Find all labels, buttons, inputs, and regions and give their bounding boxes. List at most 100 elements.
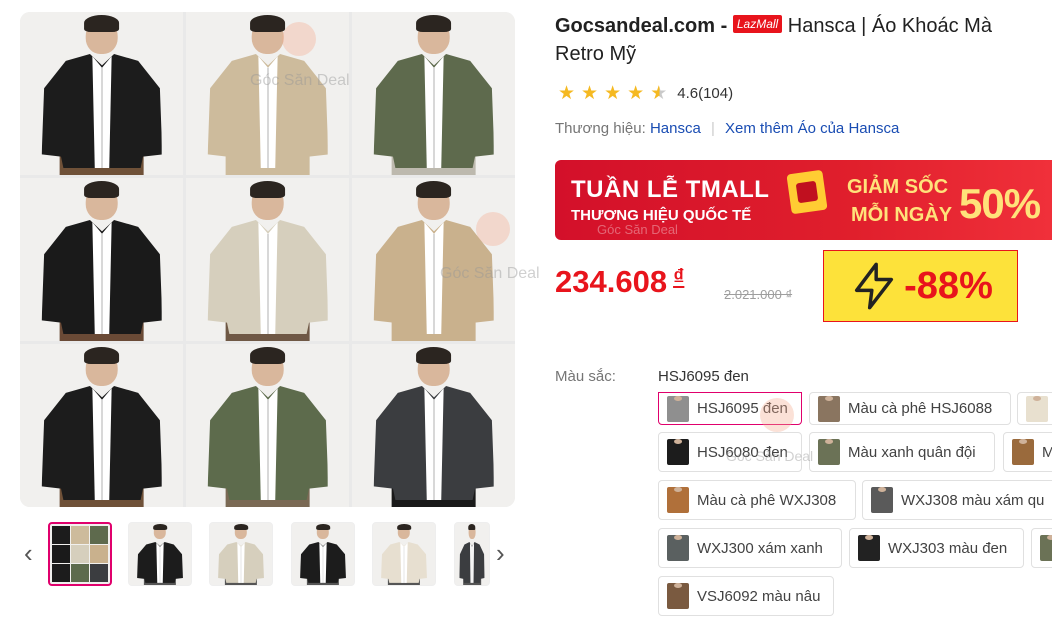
- jacket: [373, 54, 494, 169]
- brand-link[interactable]: Hansca: [650, 120, 701, 137]
- jacket: [207, 220, 328, 335]
- thumbnail-strip: ‹ ›: [20, 518, 515, 588]
- color-label: Màu sắc:: [555, 368, 616, 385]
- thumbnail-mini-image: [90, 526, 108, 544]
- color-swatch: [1012, 439, 1034, 465]
- rating-value: 4.6(104): [677, 85, 734, 102]
- color-option[interactable]: WXJ300 xám xanh: [658, 528, 842, 568]
- jacket: [137, 541, 183, 583]
- color-option-label: WXJ303 màu đen: [888, 539, 1008, 557]
- color-option[interactable]: WXJ303 màu đen: [849, 528, 1024, 568]
- model-hair: [153, 524, 167, 531]
- color-option[interactable]: VSJ6092 màu nâu: [658, 576, 834, 616]
- star-half-icon: ★: [650, 83, 668, 104]
- gallery-image[interactable]: [352, 12, 515, 175]
- price-value: 234.608: [555, 264, 668, 299]
- gallery-image[interactable]: [352, 178, 515, 341]
- model-hair: [83, 347, 120, 364]
- color-option-label: Màu xanh quân đội: [848, 443, 976, 461]
- color-option[interactable]: Màu cà phê WXJ308: [658, 480, 856, 520]
- color-swatch: [1026, 395, 1048, 422]
- jacket: [459, 541, 485, 583]
- color-option-label: VSJ6092 màu nâu: [697, 587, 821, 605]
- rating[interactable]: ★ ★ ★ ★ ★ 4.6(104): [558, 84, 733, 103]
- color-option[interactable]: [1017, 392, 1052, 425]
- color-option[interactable]: M: [1003, 432, 1052, 472]
- thumbnail[interactable]: [372, 522, 436, 586]
- model-hair: [249, 347, 286, 364]
- brand-more-link[interactable]: Xem thêm Áo của Hansca: [725, 120, 899, 137]
- color-option[interactable]: WXJ308 màu xám qu: [862, 480, 1052, 520]
- star-icon: ★: [581, 83, 599, 104]
- product-title-line1: Hansca | Áo Khoác Mà: [787, 15, 992, 37]
- gallery-image[interactable]: [20, 12, 183, 175]
- gallery-image[interactable]: [20, 344, 183, 507]
- model-hair: [316, 524, 330, 531]
- color-option-label: WXJ308 màu xám qu: [901, 491, 1045, 509]
- color-option-label: Màu cà phê WXJ308: [697, 491, 837, 509]
- watermark-text: Góc Săn Deal: [726, 448, 814, 464]
- price-currency: ₫: [673, 264, 685, 289]
- jacket: [207, 386, 328, 501]
- model-hair: [415, 181, 452, 198]
- thumbnail[interactable]: [291, 522, 355, 586]
- product-title-line2: Retro Mỹ: [555, 43, 637, 65]
- promo-banner[interactable]: TUẦN LỄ TMALL THƯƠNG HIỆU QUỐC TẾ GIẢM S…: [555, 160, 1052, 240]
- watermark-logo: [282, 22, 316, 56]
- color-option[interactable]: Màu xanh quân đội: [809, 432, 995, 472]
- selected-color: HSJ6095 đen: [658, 368, 749, 385]
- model-hair: [249, 15, 286, 32]
- model-hair: [234, 524, 248, 531]
- shopping-bag-icon: [786, 169, 828, 215]
- lazmall-badge: LazMall: [732, 15, 783, 33]
- thumbnail-mini-image: [90, 564, 108, 582]
- jacket: [41, 386, 162, 501]
- watermark-logo: [760, 398, 794, 432]
- model-hair: [468, 524, 476, 531]
- gallery-image[interactable]: [20, 178, 183, 341]
- color-swatch: [871, 487, 893, 513]
- brand-label: Thương hiệu:: [555, 120, 646, 137]
- watermark-text: Góc Săn Deal: [597, 222, 678, 237]
- color-swatch: [667, 583, 689, 609]
- thumbnail[interactable]: [128, 522, 192, 586]
- jacket: [381, 541, 427, 583]
- brand-row: Thương hiệu: Hansca | Xem thêm Áo của Ha…: [555, 120, 899, 137]
- color-option-label: Màu cà phê HSJ6088: [848, 400, 993, 417]
- chevron-left-icon[interactable]: ‹: [24, 540, 33, 566]
- thumbnail-mini-image: [71, 545, 89, 563]
- color-swatch: [667, 487, 689, 513]
- gallery-image[interactable]: [352, 344, 515, 507]
- thumbnail-mini-image: [52, 526, 70, 544]
- color-swatch: [667, 535, 689, 561]
- thumbnail-mini-image: [71, 564, 89, 582]
- color-option-label: WXJ300 xám xanh: [697, 539, 823, 557]
- gallery-image[interactable]: [186, 178, 349, 341]
- thumbnail[interactable]: [454, 522, 490, 586]
- current-price: 234.608 ₫: [555, 264, 684, 300]
- banner-deal-line2: MỖI NGÀY: [851, 204, 953, 226]
- color-swatch: [667, 395, 689, 422]
- jacket: [41, 220, 162, 335]
- color-option-label: M: [1042, 443, 1052, 461]
- color-swatch: [667, 439, 689, 465]
- gallery-image[interactable]: [186, 12, 349, 175]
- color-option[interactable]: Màu cà phê HSJ6088: [809, 392, 1011, 425]
- thumbnail-mini-image: [71, 526, 89, 544]
- original-price: 2.021.000 ₫: [724, 287, 793, 302]
- thumbnail[interactable]: [209, 522, 273, 586]
- jacket: [373, 386, 494, 501]
- gallery-image[interactable]: [186, 344, 349, 507]
- separator: |: [710, 120, 715, 137]
- watermark-text: Góc Săn Deal: [250, 72, 350, 89]
- color-swatch: [1040, 535, 1052, 561]
- model-hair: [83, 15, 120, 32]
- chevron-right-icon[interactable]: ›: [496, 540, 505, 566]
- color-swatch: [818, 439, 840, 465]
- star-icon: ★: [604, 83, 622, 104]
- banner-percent: 50%: [959, 180, 1041, 227]
- color-option[interactable]: [1031, 528, 1052, 568]
- model-hair: [83, 181, 120, 198]
- thumbnail[interactable]: [48, 522, 112, 586]
- model-hair: [249, 181, 286, 198]
